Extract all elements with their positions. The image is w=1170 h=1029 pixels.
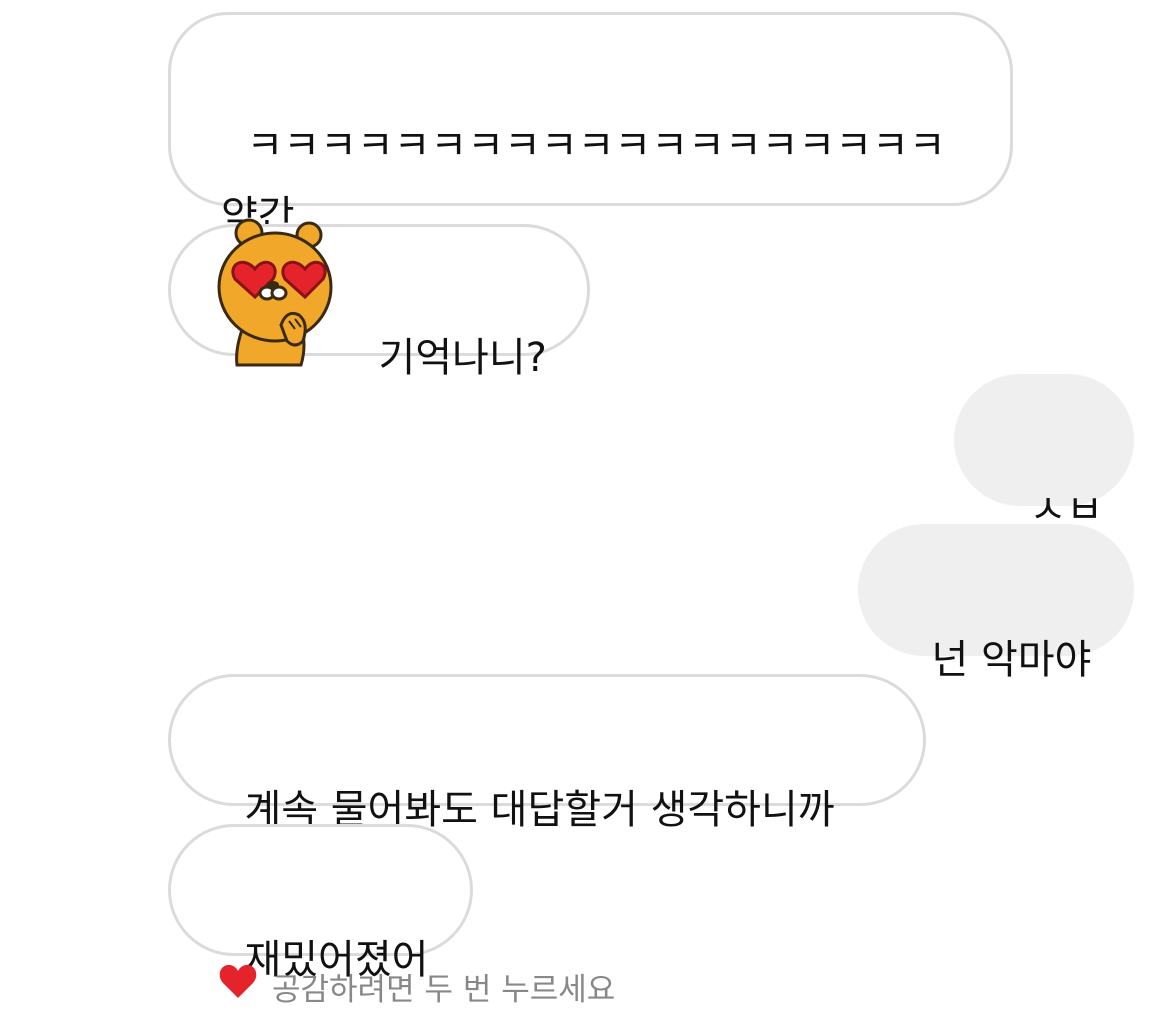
message-text: 넌 악마야 (931, 637, 1092, 683)
message-bubble-outgoing[interactable]: ㅅㅂ (954, 374, 1134, 533)
message-bubble-outgoing[interactable]: 넌 악마야 (858, 524, 1134, 683)
reaction-hint-text: 공감하려면 두 번 누르세요 (272, 971, 616, 1008)
message-bubble-incoming[interactable]: ㅋㅋㅋㅋㅋㅋㅋㅋㅋㅋㅋㅋㅋㅋㅋㅋㅋㅋㅋ 약간 (168, 12, 1013, 239)
message-bubble-incoming[interactable]: 계속 물어봐도 대답할거 생각하니까 (168, 674, 926, 833)
message-text: 기억나니? (378, 335, 547, 381)
heart-icon (218, 963, 258, 1009)
ryan-heart-eyes-icon (215, 217, 333, 367)
message-bubble-incoming[interactable]: 재밌어졌어 (168, 824, 473, 983)
reaction-hint: 공감하려면 두 번 누르세요 (218, 962, 615, 1010)
